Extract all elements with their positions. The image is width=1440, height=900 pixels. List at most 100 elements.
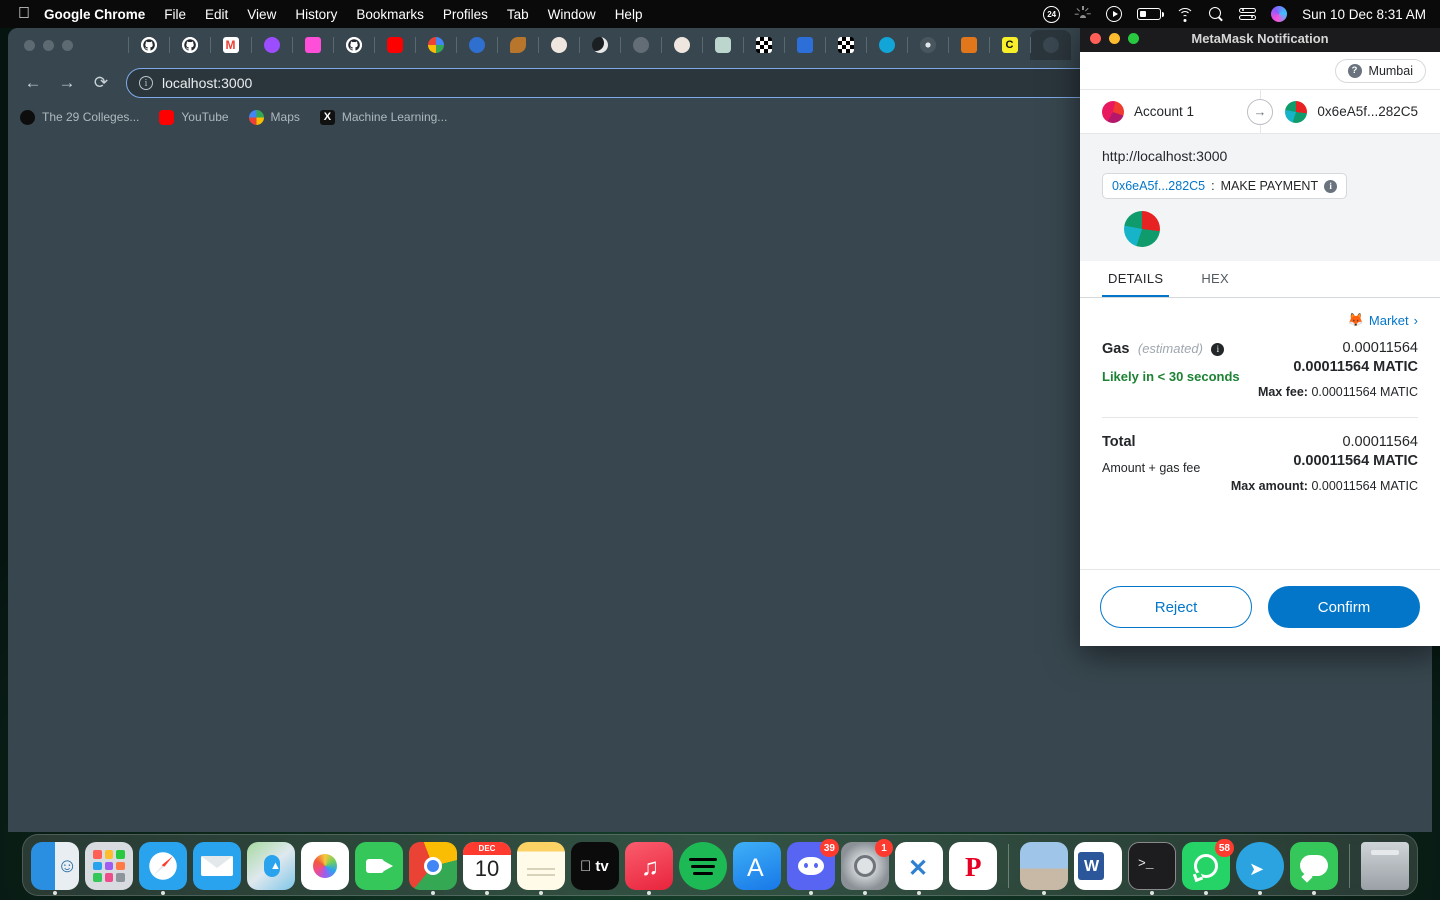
menu-item-bookmarks[interactable]: Bookmarks — [356, 7, 424, 22]
maximize-window-button[interactable] — [62, 39, 73, 51]
tab-details[interactable]: DETAILS — [1102, 261, 1170, 297]
dock-item-safari[interactable] — [139, 842, 187, 895]
confirm-button[interactable]: Confirm — [1268, 586, 1420, 628]
window-traffic-lights[interactable] — [18, 39, 73, 51]
dock-item-pinterest[interactable]: P — [949, 842, 997, 890]
browser-tab[interactable] — [374, 30, 415, 60]
contract-address[interactable]: 0x6eA5f...282C5 — [1112, 179, 1205, 193]
bookmark-the-29-colleges[interactable]: The 29 Colleges... — [20, 109, 139, 125]
dock-item-launchpad[interactable] — [85, 842, 133, 890]
dock-item-apple-tv[interactable]:  tv — [571, 842, 619, 890]
control-center-icon[interactable] — [1239, 7, 1257, 21]
browser-tab[interactable] — [784, 30, 825, 60]
menu-item-edit[interactable]: Edit — [205, 7, 228, 22]
dock-item-calendar[interactable]: DEC 10 — [463, 842, 511, 895]
dock-item-notes[interactable] — [517, 842, 565, 895]
browser-tab[interactable] — [579, 30, 620, 60]
bookmark-maps[interactable]: Maps — [248, 109, 300, 125]
menu-item-view[interactable]: View — [247, 7, 276, 22]
metamask-notification-window: MetaMask Notification ? Mumbai Account 1… — [1080, 24, 1440, 646]
browser-tab[interactable] — [866, 30, 907, 60]
dock-item-microsoft-word[interactable]: W — [1074, 842, 1122, 890]
apple-logo-icon[interactable]:  — [18, 6, 30, 22]
dock-item-google-chrome[interactable] — [409, 842, 457, 895]
browser-tab[interactable] — [825, 30, 866, 60]
siri-icon[interactable] — [1271, 6, 1288, 22]
browser-tab[interactable] — [333, 30, 374, 60]
dock-separator — [1008, 844, 1009, 888]
metamask-window-title: MetaMask Notification — [1191, 30, 1329, 46]
browser-tab[interactable]: M — [210, 30, 251, 60]
menu-bar-clock[interactable]: Sun 10 Dec 8:31 AM — [1302, 7, 1426, 22]
browser-tab[interactable] — [743, 30, 784, 60]
dock-item-mail[interactable] — [193, 842, 241, 890]
dock-item-photos[interactable] — [301, 842, 349, 890]
from-account[interactable]: Account 1 — [1102, 100, 1194, 123]
network-selector[interactable]: ? Mumbai — [1334, 58, 1426, 83]
browser-tab[interactable]: C — [989, 30, 1030, 60]
info-icon[interactable]: i — [1324, 179, 1338, 193]
dock-item-facetime[interactable] — [355, 842, 403, 890]
minimize-window-button[interactable] — [43, 39, 54, 51]
menu-item-help[interactable]: Help — [615, 7, 643, 22]
dock-item-preview-image[interactable] — [1020, 842, 1068, 895]
reject-button[interactable]: Reject — [1100, 586, 1252, 628]
browser-tab[interactable] — [415, 30, 456, 60]
site-info-icon[interactable]: i — [139, 76, 153, 90]
browser-tab[interactable] — [620, 30, 661, 60]
dock-item-app-store[interactable]: A — [733, 842, 781, 890]
spotlight-search-icon[interactable] — [1209, 6, 1224, 22]
dock-item-maps[interactable]: ▲ — [247, 842, 295, 890]
dock-item-music[interactable]: ♫ — [625, 842, 673, 895]
dock-item-telegram[interactable]: ➤ — [1236, 842, 1284, 895]
browser-tab[interactable] — [661, 30, 702, 60]
browser-tab[interactable] — [1030, 30, 1071, 60]
to-account[interactable]: 0x6eA5f...282C5 — [1285, 100, 1418, 123]
info-icon[interactable]: i — [1211, 342, 1225, 356]
dock-item-spotify[interactable] — [679, 842, 727, 890]
menu-app-name[interactable]: Google Chrome — [44, 7, 145, 22]
bookmark-youtube[interactable]: YouTube — [159, 109, 229, 125]
dock-item-whatsapp[interactable]: 58 — [1182, 839, 1234, 895]
battery-icon[interactable] — [1137, 8, 1165, 20]
brightness-icon[interactable] — [1075, 6, 1092, 22]
browser-tab[interactable] — [87, 30, 128, 60]
dock-item-trash[interactable] — [1361, 842, 1409, 890]
dock-item-finder[interactable]: ☺ — [31, 842, 79, 895]
browser-tab[interactable] — [251, 30, 292, 60]
dock-item-discord[interactable]: 39 — [787, 839, 839, 895]
contract-method-pill[interactable]: 0x6eA5f...282C5 : MAKE PAYMENT i — [1102, 173, 1348, 199]
browser-tab[interactable] — [948, 30, 989, 60]
youtube-icon — [386, 37, 403, 53]
dock-item-terminal[interactable]: >_ — [1128, 842, 1176, 895]
browser-tab[interactable] — [702, 30, 743, 60]
method-name: MAKE PAYMENT — [1220, 179, 1319, 193]
reload-button[interactable]: ⟳ — [86, 68, 116, 98]
menu-item-profiles[interactable]: Profiles — [443, 7, 488, 22]
menu-item-window[interactable]: Window — [548, 7, 596, 22]
back-button[interactable]: ← — [18, 68, 48, 98]
menu-item-history[interactable]: History — [295, 7, 337, 22]
wifi-icon[interactable] — [1176, 7, 1195, 22]
browser-tab[interactable] — [128, 30, 169, 60]
now-playing-icon[interactable] — [1106, 6, 1123, 22]
browser-tab[interactable] — [907, 30, 948, 60]
tab-hex[interactable]: HEX — [1195, 261, 1235, 297]
browser-tab[interactable] — [456, 30, 497, 60]
browser-tab[interactable] — [292, 30, 333, 60]
browser-tab[interactable] — [538, 30, 579, 60]
close-window-button[interactable] — [24, 39, 35, 51]
browser-tab[interactable] — [497, 30, 538, 60]
menu-item-tab[interactable]: Tab — [507, 7, 529, 22]
screen-time-24-icon[interactable]: 24 — [1043, 5, 1061, 23]
dock-item-cleanmymac[interactable]: 1 — [841, 839, 893, 895]
browser-tab[interactable] — [169, 30, 210, 60]
gas-market-link[interactable]: 🦊 Market › — [1102, 298, 1418, 332]
dock-item-messages[interactable] — [1290, 842, 1338, 895]
dock-item-visual-studio-code[interactable]: ✕ — [895, 842, 943, 895]
bookmark-machine-learning[interactable]: X Machine Learning... — [319, 109, 447, 125]
metamask-details-body: 🦊 Market › Gas (estimated) i Likely in <… — [1080, 298, 1440, 569]
forward-button[interactable]: → — [52, 68, 82, 98]
macos-menu-bar:  Google Chrome File Edit View History B… — [0, 0, 1440, 28]
menu-item-file[interactable]: File — [164, 7, 186, 22]
